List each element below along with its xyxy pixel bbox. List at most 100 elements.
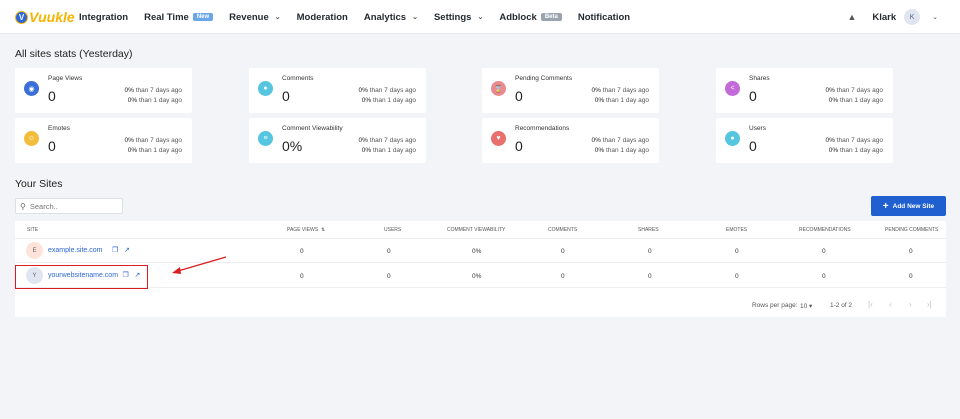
- viewability-icon: ≡: [258, 131, 273, 146]
- stat-value: 0%: [282, 138, 303, 154]
- column-header-pending-comments: Pending Comments: [885, 227, 938, 233]
- stat-compare-7d: 0% than 7 days ago: [592, 87, 649, 94]
- nav-item-settings[interactable]: Settings ⌄: [434, 12, 483, 23]
- bell-icon[interactable]: ▲: [847, 12, 856, 22]
- user-name[interactable]: Klark: [872, 12, 896, 23]
- column-header-label: Comment Viewability: [447, 227, 506, 233]
- stat-card-comment-viewability: ≡ Comment Viewability 0% 0% than 7 days ago…: [249, 118, 426, 163]
- nav-item-moderation[interactable]: Moderation: [297, 12, 348, 23]
- external-link-icon[interactable]: ↗: [124, 246, 130, 254]
- stat-compare-1d: 0% than 1 day ago: [362, 97, 416, 104]
- stat-compare-7d: 0% than 7 days ago: [826, 137, 883, 144]
- nav-item-notification[interactable]: Notification: [578, 12, 630, 23]
- table-cell: 0%: [472, 273, 482, 280]
- stat-compare-7d-pct: 0%: [358, 87, 368, 94]
- column-header-comments: Comments: [548, 227, 577, 233]
- stat-compare-7d-text: than 7 days ago: [600, 137, 649, 144]
- sites-title: Your Sites: [15, 178, 63, 190]
- chevron-down-icon: ⌄: [412, 14, 418, 21]
- stat-compare-7d-text: than 7 days ago: [834, 137, 883, 144]
- stat-card-recommendations: ♥ Recommendations 0 0% than 7 days ago 0% th…: [482, 118, 659, 163]
- nav-item-label: Real Time: [144, 11, 189, 23]
- nav-item-label: Integration: [79, 11, 129, 23]
- rows-per-page-value: 10: [800, 303, 808, 310]
- stat-compare-7d: 0% than 7 days ago: [592, 137, 649, 144]
- stat-value: 0: [749, 138, 757, 154]
- nav-item-label: Analytics: [363, 11, 407, 23]
- stat-label: Comment Viewability: [282, 125, 343, 132]
- stat-compare-1d-pct: 0%: [828, 147, 839, 154]
- stat-compare-7d-pct: 0%: [124, 87, 134, 94]
- column-header-label: Comments: [548, 227, 578, 233]
- rows-per-page-label: Rows per page:: [752, 302, 798, 309]
- search-icon: ⚲: [20, 201, 26, 211]
- user-avatar[interactable]: K: [904, 9, 921, 25]
- stat-compare-1d-pct: 0%: [594, 97, 605, 104]
- column-header-shares: Shares: [638, 227, 659, 233]
- nav-item-real-time[interactable]: Real Time New: [144, 11, 214, 23]
- rows-per-page-select[interactable]: 10 ▾: [800, 302, 812, 310]
- table-cell: 0: [735, 273, 739, 280]
- column-header-site: Site: [27, 227, 38, 233]
- stat-compare-1d: 0% than 1 day ago: [595, 97, 649, 104]
- logo-text: Vuukle: [29, 9, 75, 25]
- sort-icon[interactable]: ⇅: [321, 227, 325, 233]
- next-page-icon[interactable]: ›: [909, 300, 912, 309]
- annotation-arrow: [172, 256, 227, 274]
- sites-table: Site Page Views ⇅ Users Comment Viewability C…: [15, 221, 946, 317]
- stat-compare-7d-text: than 7 days ago: [367, 137, 416, 144]
- nav-right: ▲ Klark K ⌄: [847, 0, 938, 34]
- top-nav: V Vuukle Integration Real Time New Revenue ⌄…: [0, 0, 960, 34]
- column-header-page-views[interactable]: Page Views ⇅: [287, 227, 325, 233]
- chevron-down-icon: ⌄: [477, 14, 484, 21]
- last-page-icon[interactable]: ›|: [927, 300, 932, 309]
- stat-compare-1d: 0% than 1 day ago: [128, 97, 182, 104]
- stat-compare-7d-pct: 0%: [591, 87, 601, 94]
- stat-compare-1d: 0% than 1 day ago: [362, 147, 416, 154]
- nav-item-label: Settings: [433, 11, 472, 23]
- share-icon: <: [725, 81, 740, 96]
- stat-card-pending-comments: ⌛ Pending Comments 0 0% than 7 days ago 0% t…: [482, 68, 659, 113]
- nav-item-analytics[interactable]: Analytics ⌄: [364, 12, 418, 23]
- user-icon: ●: [725, 131, 740, 146]
- stat-label: Recommendations: [515, 125, 570, 132]
- hourglass-icon: ⌛: [491, 81, 506, 96]
- site-link[interactable]: example.site.com: [48, 247, 102, 254]
- stat-compare-1d-pct: 0%: [127, 97, 138, 104]
- column-header-label: Recommendations: [799, 227, 851, 233]
- nav-badge: Beta: [540, 13, 562, 21]
- nav-item-integration[interactable]: Integration: [79, 12, 128, 23]
- first-page-icon[interactable]: |‹: [868, 300, 873, 309]
- table-cell: 0: [648, 273, 652, 280]
- stat-card-emotes: ☺ Emotes 0 0% than 7 days ago 0% than 1 day …: [15, 118, 192, 163]
- stat-compare-1d-text: than 1 day ago: [371, 97, 416, 104]
- search-input[interactable]: [29, 201, 118, 211]
- column-header-label: Users: [384, 227, 402, 233]
- stat-compare-7d-pct: 0%: [124, 137, 134, 144]
- prev-page-icon[interactable]: ‹: [889, 300, 892, 309]
- table-cell: 0: [387, 248, 391, 255]
- stat-card-shares: < Shares 0 0% than 7 days ago 0% than 1 day …: [716, 68, 893, 113]
- table-row: Eexample.site.com ❐ ↗ 0 0 0% 0 0 0 0 0: [15, 239, 946, 263]
- stat-label: Emotes: [48, 125, 71, 132]
- stat-compare-7d-pct: 0%: [825, 137, 835, 144]
- stat-compare-7d: 0% than 7 days ago: [359, 137, 416, 144]
- column-header-label: Page Views: [287, 227, 319, 233]
- stat-compare-1d: 0% than 1 day ago: [829, 97, 883, 104]
- vuukle-logo[interactable]: V Vuukle: [15, 9, 75, 25]
- stat-label: Comments: [282, 75, 314, 82]
- user-menu-chevron-icon[interactable]: ⌄: [932, 13, 938, 21]
- stat-value: 0: [48, 138, 56, 154]
- column-header-comment-viewability: Comment Viewability: [447, 227, 505, 233]
- stat-value: 0: [515, 88, 523, 104]
- table-cell: 0%: [472, 248, 482, 255]
- nav-item-revenue[interactable]: Revenue ⌄: [229, 12, 280, 23]
- copy-icon[interactable]: ❐: [112, 246, 118, 254]
- plus-icon: +: [882, 200, 889, 212]
- table-cell: 0: [909, 273, 913, 280]
- add-new-site-label: Add New Site: [892, 202, 935, 210]
- table-cell: 0: [561, 273, 565, 280]
- add-new-site-button[interactable]: + Add New Site: [871, 196, 946, 216]
- nav-item-adblock[interactable]: Adblock Beta: [499, 12, 562, 23]
- stats-title: All sites stats (Yesterday): [15, 48, 133, 60]
